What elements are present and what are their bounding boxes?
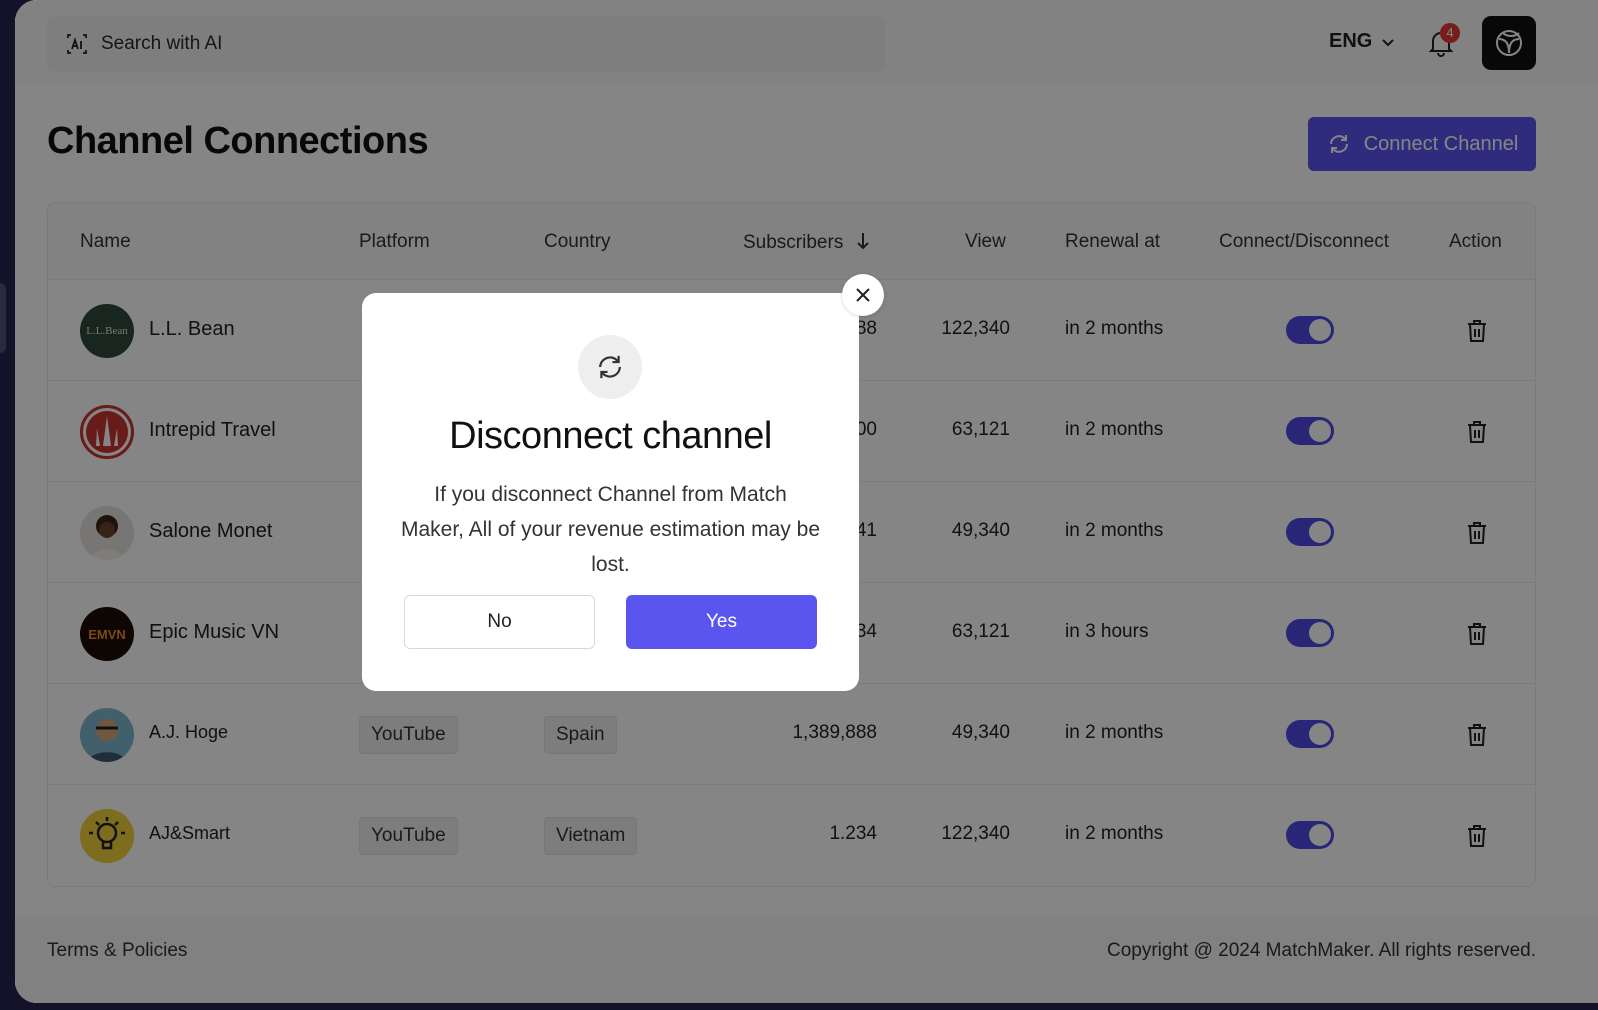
close-icon — [856, 288, 870, 302]
disconnect-modal: Disconnect channel If you disconnect Cha… — [362, 293, 859, 691]
modal-icon-circle — [578, 335, 642, 399]
app-window: Search with AI ENG 4 Channel Connections… — [15, 0, 1598, 1003]
sync-icon — [599, 355, 621, 379]
no-button[interactable]: No — [404, 595, 595, 649]
modal-title: Disconnect channel — [449, 415, 772, 457]
modal-message: If you disconnect Channel from Match Mak… — [400, 483, 821, 576]
close-button[interactable] — [842, 274, 884, 316]
sidebar-edge — [0, 283, 6, 353]
yes-button[interactable]: Yes — [626, 595, 817, 649]
